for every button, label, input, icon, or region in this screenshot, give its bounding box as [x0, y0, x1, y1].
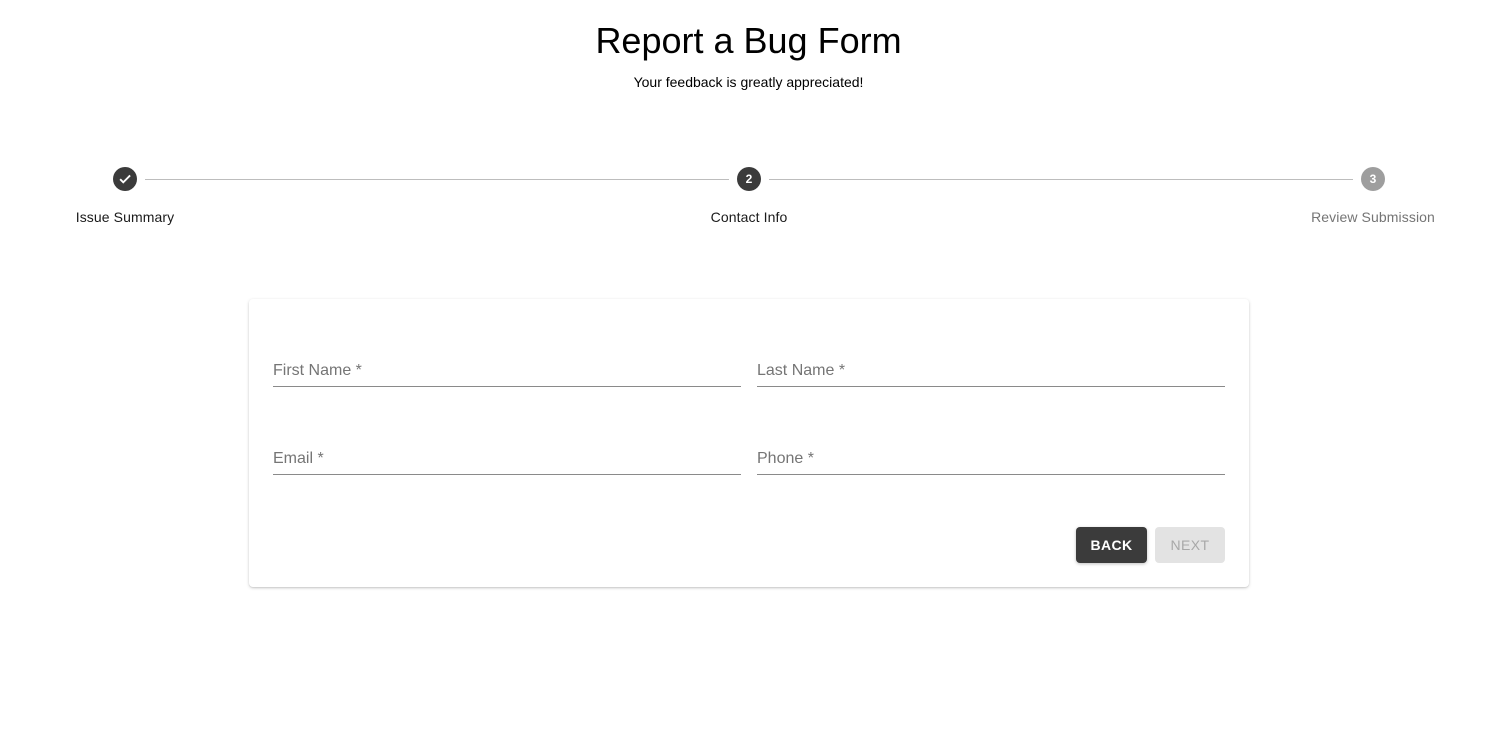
email-field[interactable]: Email * — [273, 447, 741, 475]
step-contact-info: 2 Contact Info — [679, 167, 819, 225]
step-3-label: Review Submission — [1311, 209, 1435, 225]
step-2-label: Contact Info — [710, 209, 788, 225]
page-subtitle: Your feedback is greatly appreciated! — [633, 74, 864, 90]
step-1-circle — [113, 167, 137, 191]
step-review-submission: 3 Review Submission — [1303, 167, 1443, 225]
first-name-input[interactable] — [273, 359, 741, 385]
last-name-field[interactable]: Last Name * — [757, 359, 1225, 387]
email-input[interactable] — [273, 447, 741, 473]
step-issue-summary: Issue Summary — [55, 167, 195, 225]
back-button[interactable]: Back — [1076, 527, 1147, 563]
step-3-circle: 3 — [1361, 167, 1385, 191]
stepper: Issue Summary 2 Contact Info 3 Review Su… — [0, 167, 1497, 237]
page-title: Report a Bug Form — [595, 20, 902, 61]
step-1-label: Issue Summary — [75, 209, 175, 225]
check-icon — [119, 174, 131, 184]
phone-field[interactable]: Phone * — [757, 447, 1225, 475]
step-connector-1 — [145, 178, 729, 180]
first-name-field[interactable]: First Name * — [273, 359, 741, 387]
contact-info-card: First Name * Last Name * Email * Phone *… — [249, 299, 1249, 587]
last-name-input[interactable] — [757, 359, 1225, 385]
step-connector-2 — [769, 178, 1353, 180]
step-2-circle: 2 — [737, 167, 761, 191]
report-bug-page: Report a Bug Form Your feedback is great… — [0, 0, 1497, 747]
next-button[interactable]: Next — [1155, 527, 1225, 563]
phone-input[interactable] — [757, 447, 1225, 473]
